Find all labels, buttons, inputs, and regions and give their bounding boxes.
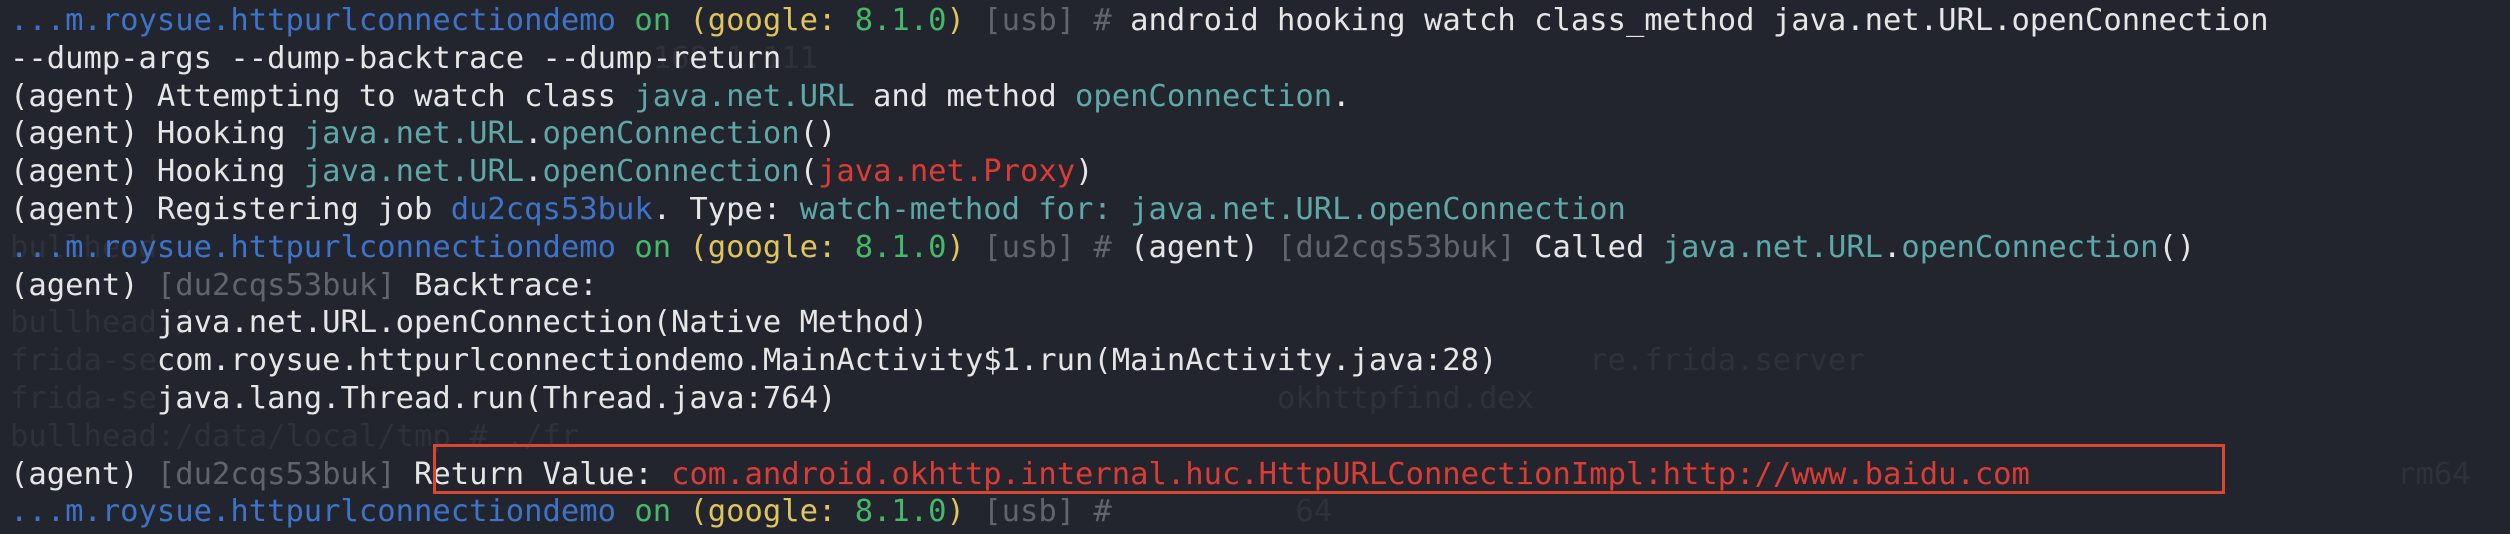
terminal-text-segment: openConnection — [1075, 78, 1333, 114]
terminal-output: ...m.roysue.httpurlconnectiondemo on (go… — [10, 2, 2510, 531]
terminal-text-segment: android hooking watch class_method java.… — [1130, 3, 2269, 38]
terminal-text-segment: . — [524, 154, 543, 190]
terminal-text-segment: java.net.URL — [1662, 229, 1884, 265]
terminal-text-segment: openConnection — [542, 154, 800, 190]
terminal-text-segment: 8.1.0 — [854, 494, 947, 530]
terminal-text-segment: on — [615, 3, 690, 38]
terminal-text-segment: openConnection — [1901, 229, 2159, 265]
terminal-text-segment: (agent) — [10, 267, 157, 303]
terminal-text-segment: ...m.roysue.httpurlconnectiondemo — [10, 3, 616, 38]
terminal-text-segment: . Type: — [652, 191, 800, 227]
terminal-text-segment: --dump-args --dump-backtrace --dump-retu… — [10, 40, 782, 76]
terminal-line: ...m.roysue.httpurlconnectiondemo on (go… — [10, 229, 2510, 267]
terminal-text-segment: and method — [854, 78, 1076, 114]
terminal-text-segment: java.net.Proxy — [818, 154, 1076, 190]
terminal-text-segment: java.net.URL — [634, 78, 855, 114]
terminal-text-segment: [usb] # — [964, 3, 1131, 38]
terminal-text-segment: (google: — [689, 494, 855, 530]
terminal-text-segment: (google: — [689, 229, 855, 265]
terminal-text-segment: du2cqs53buk — [450, 191, 653, 227]
terminal-line: (agent) Attempting to watch class java.n… — [10, 78, 2510, 116]
terminal-text-segment: . — [1883, 229, 1902, 265]
terminal-text-segment: Return Value: — [395, 456, 672, 492]
terminal-text-segment: on — [615, 229, 690, 265]
terminal-text-segment: [du2cqs53buk] — [156, 456, 396, 492]
terminal-text-segment: ( — [799, 154, 818, 190]
terminal-text-segment: on — [615, 494, 690, 530]
terminal-line: ...m.roysue.httpurlconnectiondemo on (go… — [10, 2, 2510, 40]
terminal-text-segment: java.net.URL.openConnection(Native Metho… — [10, 305, 929, 341]
terminal-line: (agent) Hooking java.net.URL.openConnect… — [10, 153, 2510, 191]
terminal-text-segment: 8.1.0 — [854, 3, 947, 38]
terminal-line: ...m.roysue.httpurlconnectiondemo on (go… — [10, 493, 2510, 531]
terminal-text-segment: ) — [946, 229, 965, 265]
terminal-text-segment: openConnection — [542, 116, 800, 152]
terminal-text-segment: Backtrace: — [395, 267, 598, 303]
terminal-line: (agent) [du2cqs53buk] Return Value: com.… — [10, 456, 2510, 494]
terminal-text-segment: () — [2158, 229, 2196, 265]
terminal-text-segment: [usb] # — [964, 494, 1131, 530]
terminal-line: java.lang.Thread.run(Thread.java:764) — [10, 380, 2510, 418]
terminal-text-segment: ...m.roysue.httpurlconnectiondemo — [10, 229, 616, 265]
terminal-text-segment: java.net.URL — [303, 154, 525, 190]
terminal-line: (agent) [du2cqs53buk] Backtrace: — [10, 267, 2510, 305]
terminal-line: --dump-args --dump-backtrace --dump-retu… — [10, 40, 2510, 78]
terminal-text-segment: (agent) Attempting to watch class — [10, 78, 635, 114]
terminal-line: com.roysue.httpurlconnectiondemo.MainAct… — [10, 342, 2510, 380]
terminal-text-segment: watch-method for: java.net.URL.openConne… — [799, 191, 1626, 227]
terminal-text-segment: () — [799, 116, 837, 152]
terminal-text-segment: java.lang.Thread.run(Thread.java:764) — [10, 380, 837, 416]
terminal-text-segment: [du2cqs53buk] — [156, 267, 396, 303]
terminal-text-segment: . — [524, 116, 543, 152]
terminal-line: (agent) Hooking java.net.URL.openConnect… — [10, 115, 2510, 153]
terminal-text-segment: Called — [1515, 229, 1663, 265]
terminal-text-segment: com.roysue.httpurlconnectiondemo.MainAct… — [10, 343, 1498, 379]
terminal-text-segment: (agent) — [1130, 229, 1278, 265]
terminal-text-segment: [du2cqs53buk] — [1277, 229, 1516, 265]
terminal-line: java.net.URL.openConnection(Native Metho… — [10, 304, 2510, 342]
terminal-text-segment: ) — [946, 3, 965, 38]
terminal-text-segment: com.android.okhttp.internal.huc.HttpURLC… — [671, 456, 2030, 492]
terminal-text-segment: java.net.URL — [303, 116, 525, 152]
terminal-text-segment: 8.1.0 — [854, 229, 947, 265]
terminal-line: (agent) Registering job du2cqs53buk. Typ… — [10, 191, 2510, 229]
terminal-text-segment: (agent) — [10, 456, 157, 492]
terminal-text-segment: (agent) Registering job — [10, 191, 451, 227]
terminal-text-segment: [usb] # — [964, 229, 1131, 265]
terminal-text-segment: ...m.roysue.httpurlconnectiondemo — [10, 494, 616, 530]
terminal-window[interactable]: 168.1.111 bullhead bullhead:/frida-se re.f… — [0, 0, 2510, 534]
terminal-text-segment: ) — [946, 494, 965, 530]
terminal-text-segment: (google: — [689, 3, 855, 38]
terminal-text-segment: ) — [1075, 154, 1094, 190]
terminal-text-segment: (agent) Hooking — [10, 154, 304, 190]
terminal-text-segment: (agent) Hooking — [10, 116, 304, 152]
terminal-text-segment: . — [1332, 78, 1351, 114]
